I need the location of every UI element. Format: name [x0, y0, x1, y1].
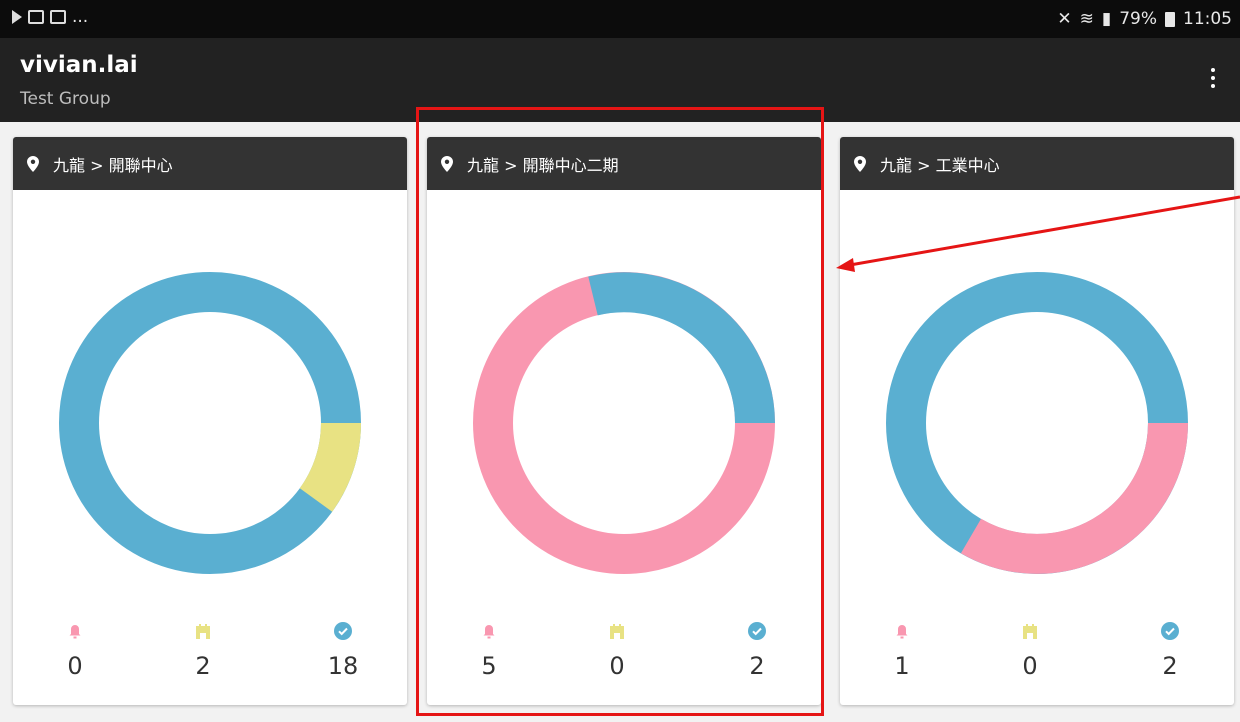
check-circle-icon	[1161, 622, 1179, 640]
location-pin-icon	[854, 155, 866, 172]
status-donut-chart	[473, 272, 775, 574]
status-donut-chart	[886, 272, 1188, 574]
check-circle-icon	[748, 622, 766, 640]
play-store-icon	[12, 10, 22, 24]
status-more: ...	[72, 7, 89, 27]
location-pin-icon	[441, 155, 453, 172]
image-icon	[50, 10, 66, 24]
stat-normal: 18	[313, 622, 373, 680]
card-header: 九龍 > 工業中心	[840, 137, 1234, 190]
stat-fault: 0	[1000, 622, 1060, 680]
status-left-icons: ...	[12, 7, 88, 27]
gate-icon	[1023, 624, 1037, 639]
normal-count: 18	[327, 652, 359, 680]
status-bar: ... ✕ ≋ ▮ 79% 11:05	[0, 0, 1240, 38]
battery-level: 79%	[1119, 9, 1157, 29]
gate-icon	[610, 624, 624, 639]
stat-normal: 2	[1140, 622, 1200, 680]
app-subtitle: Test Group	[20, 89, 111, 109]
status-time: 11:05	[1183, 9, 1232, 29]
card-stats: 5 0 2	[427, 622, 821, 692]
battery-icon	[1165, 11, 1175, 27]
alert-count: 5	[481, 652, 497, 680]
card-header: 九龍 > 開聯中心二期	[427, 137, 821, 190]
location-pin-icon	[27, 155, 39, 172]
stat-fault: 0	[587, 622, 647, 680]
status-donut-chart	[59, 272, 361, 574]
normal-count: 2	[1162, 652, 1178, 680]
stat-fault: 2	[173, 622, 233, 680]
bell-icon	[483, 625, 495, 639]
card-location: 九龍 > 開聯中心二期	[467, 155, 619, 175]
bell-icon	[69, 625, 81, 639]
stat-alert: 0	[45, 622, 105, 680]
wifi-icon: ≋	[1079, 9, 1094, 29]
gallery-icon	[28, 10, 44, 24]
fault-count: 0	[609, 652, 625, 680]
normal-count: 2	[749, 652, 765, 680]
card-stats: 1 0 2	[840, 622, 1234, 692]
fault-count: 2	[195, 652, 211, 680]
donut-segment-normal	[59, 272, 361, 574]
location-card-2[interactable]: 九龍 > 開聯中心二期 5 0 2	[427, 137, 821, 705]
bell-icon	[896, 625, 908, 639]
app-title: vivian.lai	[20, 52, 138, 78]
signal-icon: ▮	[1101, 9, 1112, 29]
card-stats: 0 2 18	[13, 622, 407, 692]
card-location: 九龍 > 開聯中心	[53, 155, 173, 175]
stat-normal: 2	[727, 622, 787, 680]
card-location: 九龍 > 工業中心	[880, 155, 1000, 175]
stat-alert: 5	[459, 622, 519, 680]
card-header: 九龍 > 開聯中心	[13, 137, 407, 190]
location-card-3[interactable]: 九龍 > 工業中心 1 0 2	[840, 137, 1234, 705]
more-vert-icon[interactable]	[1206, 68, 1220, 92]
location-card-1[interactable]: 九龍 > 開聯中心 0 2 18	[13, 137, 407, 705]
app-bar: vivian.lai Test Group	[0, 38, 1240, 122]
mute-icon: ✕	[1057, 9, 1072, 29]
alert-count: 1	[894, 652, 910, 680]
donut-segment-normal	[588, 272, 775, 424]
check-circle-icon	[334, 622, 352, 640]
status-right-icons: ✕ ≋ ▮ 79% 11:05	[1057, 9, 1232, 29]
donut-segment-alert	[960, 422, 1188, 574]
gate-icon	[196, 624, 210, 639]
stat-alert: 1	[872, 622, 932, 680]
donut-segment-fault	[299, 422, 361, 512]
fault-count: 0	[1022, 652, 1038, 680]
alert-count: 0	[67, 652, 83, 680]
